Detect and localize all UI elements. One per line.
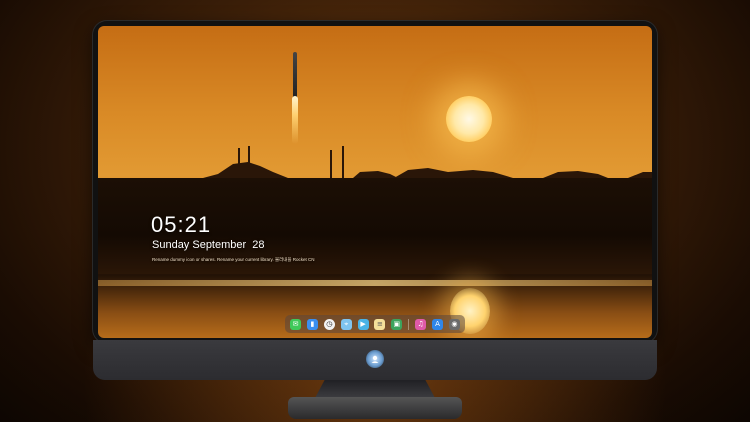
camera-icon[interactable]: ◉ [448,318,460,330]
dock: ✉ ▮ ◷ ⌖ ▶ ≡ ▣ ♫ A ◉ [285,315,465,333]
monitor-stand-base [288,397,462,419]
wallpaper-rocket [293,52,297,98]
wallpaper-water-reflection [98,280,652,286]
music-icon[interactable]: ♫ [415,318,427,330]
monitor-stand-neck [315,380,435,398]
video-icon[interactable]: ▶ [357,318,369,330]
clock-icon[interactable]: ◷ [323,318,335,330]
dock-separator [408,318,410,330]
files-icon[interactable]: ▮ [306,318,318,330]
appstore-icon[interactable]: A [432,318,444,330]
maps-icon[interactable]: ⌖ [340,318,352,330]
messages-icon[interactable]: ✉ [290,318,301,330]
notes-icon[interactable]: ≡ [374,318,386,330]
gallery-icon[interactable]: ▣ [391,318,403,330]
lock-screen-time: 05:21 [151,212,212,237]
lock-screen: 05:21 Sunday September 28 Rename dummy i… [98,26,652,338]
monitor-logo-icon [366,350,384,368]
lock-screen-date: Sunday September 28 [152,239,265,251]
lock-screen-caption: Rename dummy icon or shares. Rename your… [152,257,315,262]
